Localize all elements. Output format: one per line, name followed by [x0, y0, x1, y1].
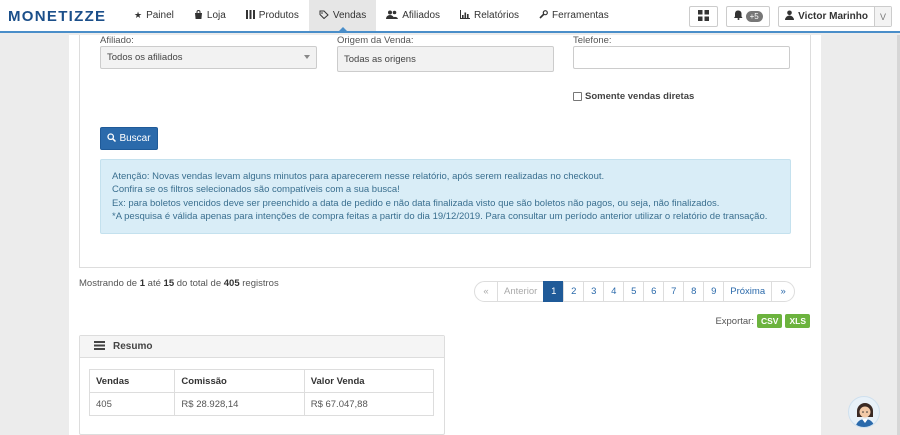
column-header: Comissão [174, 369, 305, 393]
alert-line: Atenção: Novas vendas levam alguns minut… [112, 171, 605, 182]
search-button[interactable]: Buscar [100, 127, 158, 150]
origin-select-value: Todas as origens [344, 53, 416, 65]
summary-sales-count: 405 [88, 392, 176, 416]
direct-sales-filter: Somente vendas diretas [573, 91, 694, 102]
origin-select[interactable]: Todas as origens [337, 46, 554, 72]
pagination-page[interactable]: 7 [663, 281, 685, 302]
nav-vendas[interactable]: Vendas [308, 0, 377, 33]
nav-ferramentas[interactable]: Ferramentas [529, 0, 619, 31]
support-assistant-avatar[interactable] [848, 396, 880, 428]
chart-icon [460, 10, 471, 21]
summary-commission: R$ 28.928,14 [174, 392, 305, 416]
column-header: Valor Venda [303, 369, 435, 393]
search-icon [107, 132, 117, 145]
user-icon [785, 10, 795, 23]
export-xls-button[interactable]: XLS [785, 314, 810, 328]
nav-afiliados-label: Afiliados [402, 10, 441, 21]
summary-table: Vendas Comissão Valor Venda 405 R$ 28.92… [88, 369, 435, 416]
direct-sales-label: Somente vendas diretas [585, 91, 695, 102]
search-button-label: Buscar [119, 133, 151, 144]
origin-label: Origem da Venda: [337, 35, 414, 46]
nav-loja[interactable]: Loja [184, 0, 236, 31]
summary-title: Resumo [113, 341, 153, 352]
alert-line: *A pesquisa é válida apenas para intençõ… [112, 210, 768, 222]
nav-vendas-label: Vendas [332, 10, 367, 21]
grid-icon [698, 9, 710, 24]
nav-produtos-label: Produtos [258, 10, 299, 21]
pagination-page[interactable]: 3 [583, 281, 605, 302]
affiliate-select[interactable]: Todos os afiliados [100, 46, 317, 69]
nav-afiliados[interactable]: Afiliados [376, 0, 450, 31]
user-name: Victor Marinho [798, 11, 868, 22]
pagination-previous[interactable]: Anterior [497, 281, 545, 302]
info-alert: Atenção: Novas vendas levam alguns minut… [100, 159, 791, 234]
tag-icon [319, 10, 329, 21]
export-label: Exportar: [715, 315, 754, 327]
results-to: 15 [163, 278, 175, 289]
pagination-next[interactable]: Próxima [723, 281, 773, 302]
nav-relatorios-label: Relatórios [474, 10, 520, 21]
pagination-page[interactable]: 8 [683, 281, 705, 302]
nav-loja-label: Loja [206, 10, 226, 21]
assistant-icon [855, 403, 875, 427]
top-navbar: MONETIZZE ★ Painel Loja Produtos Vendas [0, 0, 900, 33]
affiliate-select-value: Todos os afiliados [107, 52, 183, 63]
summary-sale-value: R$ 67.047,88 [303, 392, 435, 416]
results-count: Mostrando de 1 até 15 do total de 405 re… [79, 278, 279, 289]
summary-header-row: Vendas Comissão Valor Venda [88, 369, 435, 393]
nav-relatorios[interactable]: Relatórios [450, 0, 529, 31]
alert-line: Ex: para boletos vencidos deve ser preen… [112, 197, 720, 209]
pagination-page[interactable]: 4 [603, 281, 625, 302]
direct-sales-checkbox[interactable] [573, 92, 582, 101]
alert-line: Confira se os filtros selecionados são c… [112, 184, 400, 196]
bars-icon [245, 10, 255, 21]
column-header: Vendas [88, 369, 176, 393]
chevron-down-icon [304, 55, 310, 59]
brand-logo[interactable]: MONETIZZE [8, 8, 106, 25]
nav-painel[interactable]: ★ Painel [124, 0, 184, 31]
affiliate-label: Afiliado: [100, 35, 134, 46]
results-total-prefix: do total de [176, 278, 222, 289]
results-prefix: Mostrando de [79, 278, 138, 289]
pagination-page[interactable]: 9 [703, 281, 725, 302]
summary-panel: Resumo Vendas Comissão Valor Venda 405 R… [79, 335, 445, 435]
pagination-last[interactable]: » [771, 281, 796, 302]
pagination-page[interactable]: 6 [643, 281, 665, 302]
topbar-actions: +5 Victor Marinho V [681, 6, 892, 27]
nav-ferramentas-label: Ferramentas [552, 10, 609, 21]
pagination-page[interactable]: 1 [543, 281, 565, 302]
table-row: 405 R$ 28.928,14 R$ 67.047,88 [88, 392, 435, 416]
pagination-first[interactable]: « [474, 281, 498, 302]
pagination-page[interactable]: 5 [623, 281, 645, 302]
main-nav: ★ Painel Loja Produtos Vendas Afiliados … [124, 0, 619, 33]
bag-icon [194, 10, 203, 21]
users-icon [386, 10, 399, 21]
user-menu-button[interactable]: Victor Marinho V [778, 6, 892, 27]
sales-report-page: Afiliado: Todos os afiliados Origem da V… [69, 35, 821, 435]
notifications-button[interactable]: +5 [726, 6, 771, 27]
filters-panel: Afiliado: Todos os afiliados Origem da V… [79, 35, 811, 268]
pagination: « Anterior 1 2 3 4 5 6 7 8 9 Próxima » [474, 281, 796, 302]
results-total: 405 [223, 278, 240, 289]
wrench-icon [539, 10, 548, 21]
phone-input[interactable] [573, 46, 790, 69]
summary-header: Resumo [80, 336, 444, 358]
export-bar: Exportar: CSV XLS [715, 314, 810, 328]
results-mid: até [147, 278, 161, 289]
pagination-page[interactable]: 2 [563, 281, 585, 302]
notifications-badge: +5 [745, 11, 763, 22]
apps-button[interactable] [689, 6, 719, 27]
results-suffix: registros [242, 278, 279, 289]
nav-produtos[interactable]: Produtos [236, 0, 309, 31]
results-from: 1 [139, 278, 146, 289]
star-icon: ★ [134, 10, 143, 20]
bell-icon [733, 10, 743, 23]
export-csv-button[interactable]: CSV [756, 314, 783, 328]
user-initial-avatar: V [874, 7, 891, 26]
nav-painel-label: Painel [146, 10, 174, 21]
list-icon [94, 340, 105, 353]
phone-label: Telefone: [573, 35, 612, 46]
